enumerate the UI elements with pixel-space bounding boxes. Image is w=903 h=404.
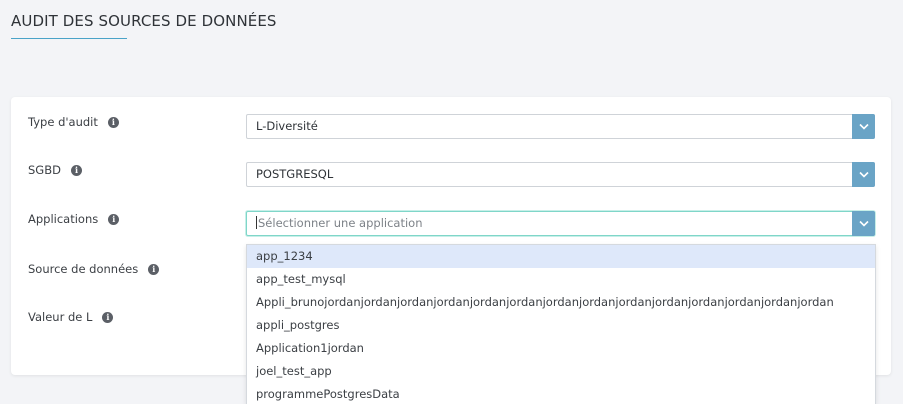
dropdown-option[interactable]: Application1jordan (247, 337, 875, 360)
applications-placeholder: Sélectionner une application (258, 216, 423, 230)
applications-label: Applications (28, 212, 99, 226)
audit-type-select[interactable]: L-Diversité (246, 114, 875, 139)
l-value-label-row: Valeur de L i (28, 310, 114, 324)
info-icon[interactable]: i (107, 116, 119, 128)
info-icon[interactable]: i (148, 263, 160, 275)
chevron-down-icon (858, 123, 869, 130)
sgbd-select[interactable]: POSTGRESQL (246, 162, 875, 187)
applications-label-row: Applications i (28, 212, 120, 226)
dropdown-option[interactable]: Appli_brunojordanjordanjordanjordanjorda… (247, 291, 875, 314)
sgbd-dropdown-button[interactable] (852, 162, 875, 187)
chevron-down-icon (858, 220, 869, 227)
info-icon[interactable]: i (102, 311, 114, 323)
page-title: AUDIT DES SOURCES DE DONNÉES (11, 12, 277, 30)
dropdown-option[interactable]: app_1234 (247, 245, 875, 268)
audit-type-value: L-Diversité (256, 119, 318, 133)
data-source-label: Source de données (28, 262, 139, 276)
audit-type-dropdown-button[interactable] (852, 114, 875, 139)
text-cursor (256, 216, 257, 229)
info-icon[interactable]: i (108, 213, 120, 225)
info-icon[interactable]: i (70, 164, 82, 176)
dropdown-option[interactable]: joel_test_app (247, 360, 875, 383)
dropdown-option[interactable]: appli_postgres (247, 314, 875, 337)
applications-dropdown-button[interactable] (852, 211, 875, 236)
data-source-label-row: Source de données i (28, 262, 160, 276)
title-underline (11, 38, 127, 39)
sgbd-label-row: SGBD i (28, 163, 82, 177)
applications-select[interactable]: Sélectionner une application (246, 211, 875, 236)
l-value-label: Valeur de L (28, 310, 93, 324)
dropdown-option[interactable]: programmePostgresData (247, 383, 875, 404)
applications-dropdown-list[interactable]: app_1234 app_test_mysql Appli_brunojorda… (246, 244, 876, 404)
dropdown-option[interactable]: app_test_mysql (247, 268, 875, 291)
audit-type-label-row: Type d'audit i (28, 115, 119, 129)
sgbd-label: SGBD (28, 163, 61, 177)
audit-type-label: Type d'audit (28, 115, 98, 129)
sgbd-value: POSTGRESQL (256, 167, 334, 181)
chevron-down-icon (858, 171, 869, 178)
